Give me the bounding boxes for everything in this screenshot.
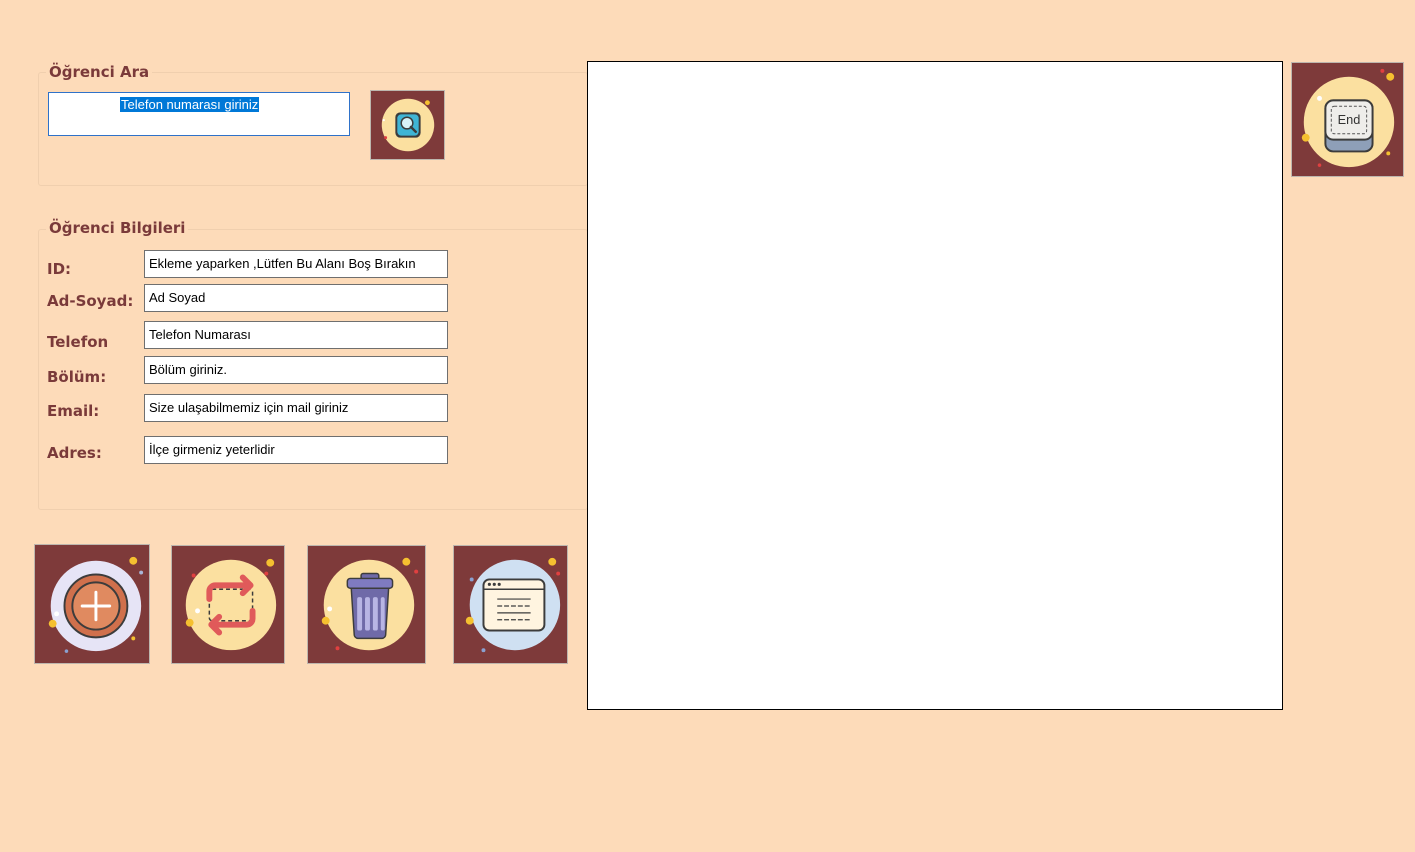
- id-field[interactable]: Ekleme yaparken ,Lütfen Bu Alanı Boş Bır…: [144, 250, 448, 278]
- label-dept: Bölüm:: [47, 368, 107, 386]
- delete-button[interactable]: [307, 545, 426, 664]
- address-field[interactable]: İlçe girmeniz yeterlidir: [144, 436, 448, 464]
- search-icon: [381, 98, 435, 152]
- end-key-icon: End: [1301, 68, 1395, 168]
- label-phone: Telefon: [47, 333, 109, 351]
- update-button[interactable]: [171, 545, 285, 664]
- label-id: ID:: [47, 260, 72, 278]
- end-key-label: End: [1338, 112, 1361, 127]
- info-group-title: Öğrenci Bilgileri: [46, 219, 189, 237]
- end-button[interactable]: End: [1291, 62, 1404, 177]
- email-field[interactable]: Size ulaşabilmemiz için mail giriniz: [144, 394, 448, 422]
- students-grid[interactable]: [587, 61, 1283, 710]
- label-email: Email:: [47, 402, 100, 420]
- search-group-title: Öğrenci Ara: [46, 63, 153, 81]
- search-input-value: Telefon numarası giriniz: [120, 97, 260, 112]
- delete-icon: [321, 557, 419, 651]
- list-icon: [465, 557, 561, 653]
- phone-field[interactable]: Telefon Numarası: [144, 321, 448, 349]
- search-input[interactable]: Telefon numarası giriniz: [48, 92, 350, 136]
- label-name: Ad-Soyad:: [47, 292, 134, 310]
- search-button[interactable]: [370, 90, 445, 160]
- update-icon: [185, 558, 277, 651]
- dept-field[interactable]: Bölüm giriniz.: [144, 356, 448, 384]
- add-icon: [48, 556, 144, 653]
- name-field[interactable]: Ad Soyad: [144, 284, 448, 312]
- list-button[interactable]: [453, 545, 568, 664]
- label-address: Adres:: [47, 444, 102, 462]
- add-button[interactable]: [34, 544, 150, 664]
